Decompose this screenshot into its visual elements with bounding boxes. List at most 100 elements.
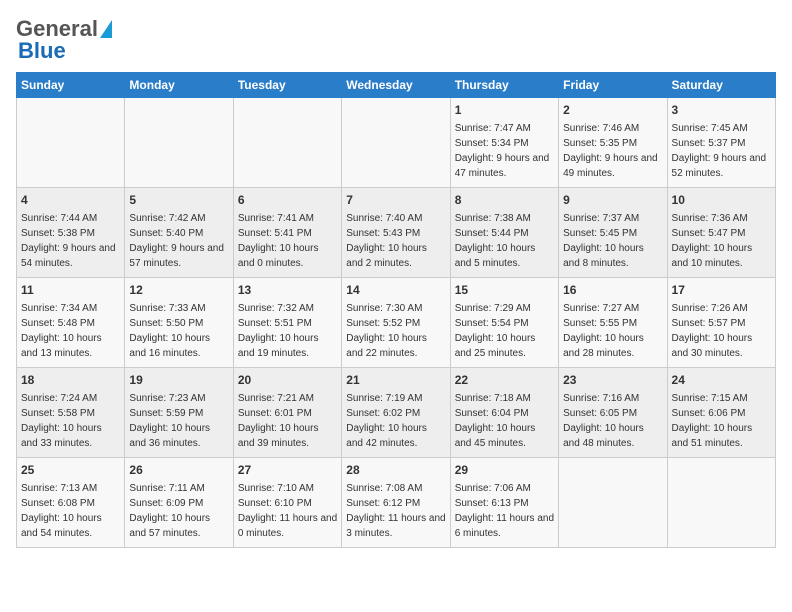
day-number: 14 (346, 282, 445, 299)
calendar-cell: 18 Sunrise: 7:24 AM Sunset: 5:58 PM Dayli… (17, 368, 125, 458)
logo-triangle-icon (100, 20, 112, 38)
day-number: 15 (455, 282, 554, 299)
calendar-cell: 1Sunrise: 7:47 AM Sunset: 5:34 PM Daylig… (450, 98, 558, 188)
day-number: 18 (21, 372, 120, 389)
calendar-body: 1Sunrise: 7:47 AM Sunset: 5:34 PM Daylig… (17, 98, 776, 548)
day-number: 25 (21, 462, 120, 479)
calendar-cell: 21 Sunrise: 7:19 AM Sunset: 6:02 PM Dayli… (342, 368, 450, 458)
day-detail: Sunrise: 7:30 AM Sunset: 5:52 PM Dayligh… (346, 303, 427, 359)
header-day-monday: Monday (125, 73, 233, 98)
day-detail: Sunrise: 7:26 AM Sunset: 5:57 PM Dayligh… (672, 303, 753, 359)
day-detail: Sunrise: 7:34 AM Sunset: 5:48 PM Dayligh… (21, 303, 102, 359)
day-number: 1 (455, 102, 554, 119)
day-detail: Sunrise: 7:36 AM Sunset: 5:47 PM Dayligh… (672, 213, 753, 269)
day-number: 22 (455, 372, 554, 389)
day-number: 5 (129, 192, 228, 209)
day-number: 27 (238, 462, 337, 479)
day-detail: Sunrise: 7:13 AM Sunset: 6:08 PM Dayligh… (21, 483, 102, 539)
calendar-cell: 5 Sunrise: 7:42 AM Sunset: 5:40 PM Daylig… (125, 188, 233, 278)
day-detail: Sunrise: 7:24 AM Sunset: 5:58 PM Dayligh… (21, 393, 102, 449)
header-day-sunday: Sunday (17, 73, 125, 98)
day-detail: Sunrise: 7:40 AM Sunset: 5:43 PM Dayligh… (346, 213, 427, 269)
day-detail: Sunrise: 7:41 AM Sunset: 5:41 PM Dayligh… (238, 213, 319, 269)
day-detail: Sunrise: 7:33 AM Sunset: 5:50 PM Dayligh… (129, 303, 210, 359)
calendar-cell: 16Sunrise: 7:27 AM Sunset: 5:55 PM Dayli… (559, 278, 667, 368)
calendar-cell: 25 Sunrise: 7:13 AM Sunset: 6:08 PM Dayli… (17, 458, 125, 548)
day-number: 2 (563, 102, 662, 119)
day-number: 10 (672, 192, 771, 209)
calendar-cell (667, 458, 775, 548)
day-number: 4 (21, 192, 120, 209)
calendar-cell: 28 Sunrise: 7:08 AM Sunset: 6:12 PM Dayli… (342, 458, 450, 548)
week-row-4: 25 Sunrise: 7:13 AM Sunset: 6:08 PM Dayli… (17, 458, 776, 548)
header-day-thursday: Thursday (450, 73, 558, 98)
day-number: 20 (238, 372, 337, 389)
day-detail: Sunrise: 7:16 AM Sunset: 6:05 PM Dayligh… (563, 393, 644, 449)
calendar-cell: 11 Sunrise: 7:34 AM Sunset: 5:48 PM Dayli… (17, 278, 125, 368)
calendar-cell (559, 458, 667, 548)
day-number: 23 (563, 372, 662, 389)
day-number: 11 (21, 282, 120, 299)
calendar-cell: 19Sunrise: 7:23 AM Sunset: 5:59 PM Dayli… (125, 368, 233, 458)
day-detail: Sunrise: 7:27 AM Sunset: 5:55 PM Dayligh… (563, 303, 644, 359)
day-number: 29 (455, 462, 554, 479)
calendar-cell (17, 98, 125, 188)
week-row-2: 11 Sunrise: 7:34 AM Sunset: 5:48 PM Dayli… (17, 278, 776, 368)
calendar-cell: 29 Sunrise: 7:06 AM Sunset: 6:13 PM Dayli… (450, 458, 558, 548)
week-row-0: 1Sunrise: 7:47 AM Sunset: 5:34 PM Daylig… (17, 98, 776, 188)
day-number: 17 (672, 282, 771, 299)
day-detail: Sunrise: 7:32 AM Sunset: 5:51 PM Dayligh… (238, 303, 319, 359)
day-detail: Sunrise: 7:19 AM Sunset: 6:02 PM Dayligh… (346, 393, 427, 449)
calendar-cell: 14 Sunrise: 7:30 AM Sunset: 5:52 PM Dayli… (342, 278, 450, 368)
calendar-cell: 26 Sunrise: 7:11 AM Sunset: 6:09 PM Dayli… (125, 458, 233, 548)
calendar-cell: 9Sunrise: 7:37 AM Sunset: 5:45 PM Daylig… (559, 188, 667, 278)
day-number: 13 (238, 282, 337, 299)
calendar-cell: 27Sunrise: 7:10 AM Sunset: 6:10 PM Dayli… (233, 458, 341, 548)
day-detail: Sunrise: 7:18 AM Sunset: 6:04 PM Dayligh… (455, 393, 536, 449)
header-day-saturday: Saturday (667, 73, 775, 98)
day-detail: Sunrise: 7:06 AM Sunset: 6:13 PM Dayligh… (455, 483, 554, 539)
calendar-cell: 8Sunrise: 7:38 AM Sunset: 5:44 PM Daylig… (450, 188, 558, 278)
calendar-cell: 12 Sunrise: 7:33 AM Sunset: 5:50 PM Dayli… (125, 278, 233, 368)
logo-blue-text: Blue (18, 38, 66, 64)
calendar-table: SundayMondayTuesdayWednesdayThursdayFrid… (16, 72, 776, 548)
day-number: 24 (672, 372, 771, 389)
calendar-cell: 15Sunrise: 7:29 AM Sunset: 5:54 PM Dayli… (450, 278, 558, 368)
calendar-cell: 6 Sunrise: 7:41 AM Sunset: 5:41 PM Daylig… (233, 188, 341, 278)
day-detail: Sunrise: 7:46 AM Sunset: 5:35 PM Dayligh… (563, 123, 658, 179)
calendar-cell: 4 Sunrise: 7:44 AM Sunset: 5:38 PM Daylig… (17, 188, 125, 278)
calendar-cell: 7Sunrise: 7:40 AM Sunset: 5:43 PM Daylig… (342, 188, 450, 278)
day-number: 12 (129, 282, 228, 299)
header-day-wednesday: Wednesday (342, 73, 450, 98)
page-header: General Blue (16, 16, 776, 64)
day-detail: Sunrise: 7:08 AM Sunset: 6:12 PM Dayligh… (346, 483, 445, 539)
day-number: 3 (672, 102, 771, 119)
calendar-cell: 23 Sunrise: 7:16 AM Sunset: 6:05 PM Dayli… (559, 368, 667, 458)
header-row: SundayMondayTuesdayWednesdayThursdayFrid… (17, 73, 776, 98)
calendar-cell: 22 Sunrise: 7:18 AM Sunset: 6:04 PM Dayli… (450, 368, 558, 458)
day-number: 26 (129, 462, 228, 479)
day-number: 6 (238, 192, 337, 209)
calendar-cell: 24 Sunrise: 7:15 AM Sunset: 6:06 PM Dayli… (667, 368, 775, 458)
calendar-header: SundayMondayTuesdayWednesdayThursdayFrid… (17, 73, 776, 98)
day-detail: Sunrise: 7:11 AM Sunset: 6:09 PM Dayligh… (129, 483, 210, 539)
day-detail: Sunrise: 7:45 AM Sunset: 5:37 PM Dayligh… (672, 123, 767, 179)
header-day-friday: Friday (559, 73, 667, 98)
calendar-cell: 2 Sunrise: 7:46 AM Sunset: 5:35 PM Daylig… (559, 98, 667, 188)
calendar-cell (342, 98, 450, 188)
day-detail: Sunrise: 7:15 AM Sunset: 6:06 PM Dayligh… (672, 393, 753, 449)
calendar-cell: 17 Sunrise: 7:26 AM Sunset: 5:57 PM Dayli… (667, 278, 775, 368)
day-number: 8 (455, 192, 554, 209)
day-detail: Sunrise: 7:42 AM Sunset: 5:40 PM Dayligh… (129, 213, 224, 269)
day-detail: Sunrise: 7:23 AM Sunset: 5:59 PM Dayligh… (129, 393, 210, 449)
logo: General Blue (16, 16, 112, 64)
calendar-cell (125, 98, 233, 188)
calendar-cell: 10 Sunrise: 7:36 AM Sunset: 5:47 PM Dayli… (667, 188, 775, 278)
day-number: 21 (346, 372, 445, 389)
day-detail: Sunrise: 7:21 AM Sunset: 6:01 PM Dayligh… (238, 393, 319, 449)
calendar-cell: 13 Sunrise: 7:32 AM Sunset: 5:51 PM Dayli… (233, 278, 341, 368)
day-number: 28 (346, 462, 445, 479)
day-detail: Sunrise: 7:44 AM Sunset: 5:38 PM Dayligh… (21, 213, 116, 269)
week-row-1: 4 Sunrise: 7:44 AM Sunset: 5:38 PM Daylig… (17, 188, 776, 278)
week-row-3: 18 Sunrise: 7:24 AM Sunset: 5:58 PM Dayli… (17, 368, 776, 458)
